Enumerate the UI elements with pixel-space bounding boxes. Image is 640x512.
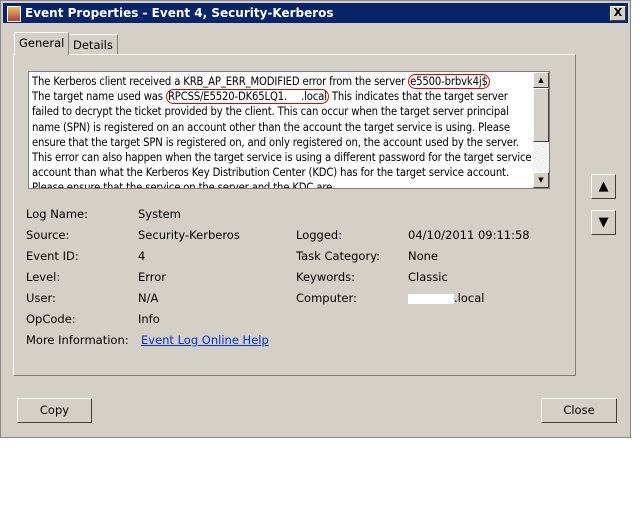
keywords-label: Keywords: xyxy=(296,270,355,284)
source-value: Security-Kerberos xyxy=(138,228,240,242)
computer-suffix: .local xyxy=(454,291,485,305)
more-info-label: More Information: xyxy=(26,333,129,347)
server-name: e5500-brbvk4j$ xyxy=(408,74,490,89)
tab-details[interactable]: Details xyxy=(68,34,118,55)
logged-value: 04/10/2011 09:11:58 xyxy=(408,228,530,242)
previous-event-button[interactable]: ▲ xyxy=(591,174,616,199)
event-id-label: Event ID: xyxy=(26,249,79,263)
keywords-value: Classic xyxy=(408,270,448,284)
close-window-button[interactable]: X xyxy=(610,6,626,21)
opcode-value: Info xyxy=(138,312,160,326)
close-button[interactable]: Close xyxy=(541,398,617,423)
redacted xyxy=(287,92,302,103)
level-value: Error xyxy=(138,270,167,284)
logged-label: Logged: xyxy=(296,228,343,242)
title-bar: Event Properties - Event 4, Security-Ker… xyxy=(3,3,628,23)
source-label: Source: xyxy=(26,228,70,242)
copy-button[interactable]: Copy xyxy=(17,398,92,423)
scroll-up-icon[interactable]: ▲ xyxy=(533,72,549,88)
arrow-up-icon: ▲ xyxy=(598,179,609,194)
computer-value: .local xyxy=(408,291,484,305)
scroll-down-icon[interactable]: ▼ xyxy=(533,172,549,188)
target-text: RPCSS/E5520-DK65LQ1. xyxy=(167,90,288,104)
desc-text: The Kerberos client received a KRB_AP_ER… xyxy=(32,75,409,88)
description-textbox[interactable]: The Kerberos client received a KRB_AP_ER… xyxy=(28,71,550,189)
desc-text: The target name used was xyxy=(32,90,166,104)
next-event-button[interactable]: ▼ xyxy=(591,210,616,235)
window-title: Event Properties - Event 4, Security-Ker… xyxy=(25,6,334,20)
level-label: Level: xyxy=(26,270,61,284)
event-id-value: 4 xyxy=(138,249,146,263)
log-name-label: Log Name: xyxy=(26,207,88,221)
computer-label: Computer: xyxy=(296,291,357,305)
task-category-value: None xyxy=(408,249,439,263)
target-name: RPCSS/E5520-DK65LQ1. .local xyxy=(165,89,329,105)
user-value: N/A xyxy=(138,291,159,305)
description-scrollbar[interactable]: ▲ ▼ xyxy=(533,72,549,188)
log-name-value: System xyxy=(138,207,181,221)
scroll-thumb[interactable] xyxy=(533,88,549,142)
desc-text: This indicates that the target server fa… xyxy=(32,90,532,189)
tab-general[interactable]: General xyxy=(14,32,70,55)
target-suffix: .local xyxy=(301,90,327,104)
opcode-label: OpCode: xyxy=(26,312,76,326)
event-log-help-link[interactable]: Event Log Online Help xyxy=(141,333,269,347)
arrow-down-icon: ▼ xyxy=(598,215,609,230)
event-viewer-icon xyxy=(7,6,21,22)
user-label: User: xyxy=(26,291,56,305)
event-properties-window: Event Properties - Event 4, Security-Ker… xyxy=(0,0,631,438)
redacted xyxy=(408,293,454,304)
task-category-label: Task Category: xyxy=(296,249,381,263)
